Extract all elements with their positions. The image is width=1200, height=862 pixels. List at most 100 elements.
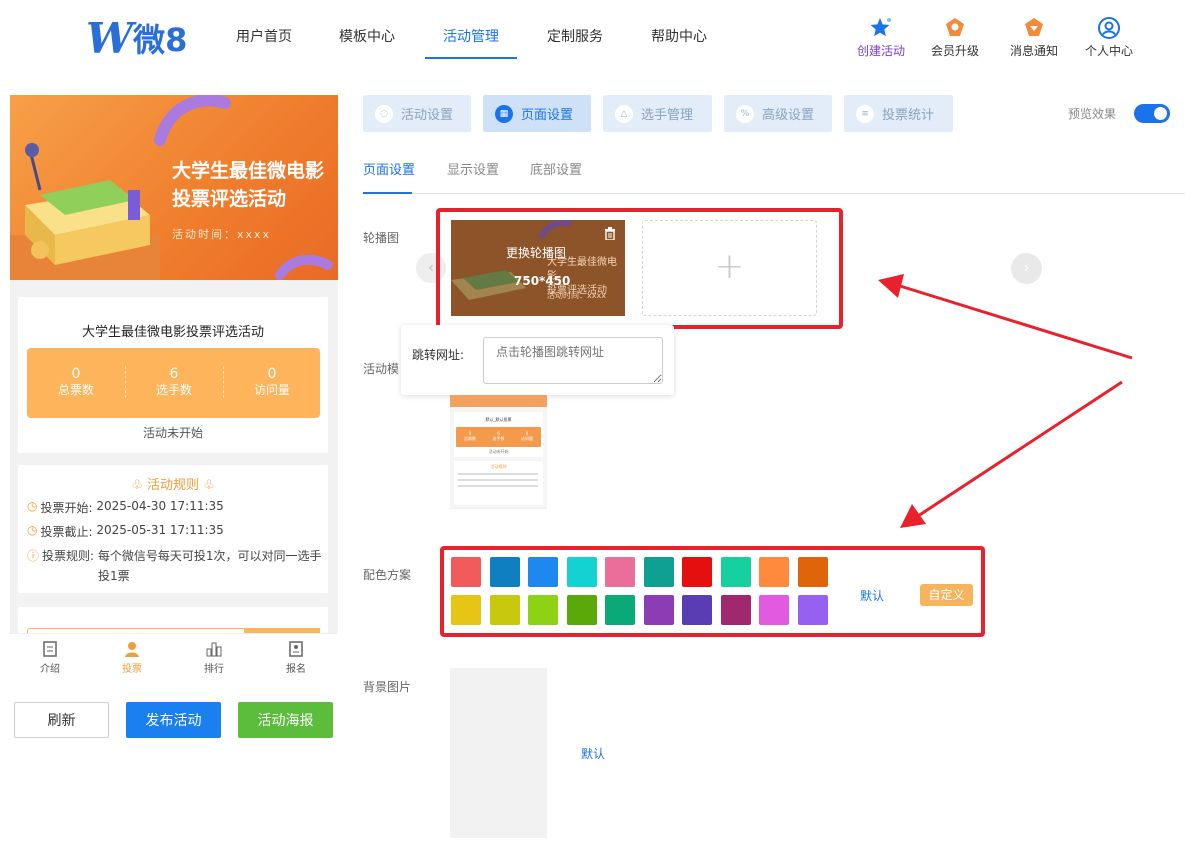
mini-stat: 0 访问量	[521, 431, 533, 441]
rule-vote: ⓘ 投票规则: 每个微信号每天可投1次，可以对同一选手	[27, 549, 322, 563]
rules-deco-icon: ♧	[199, 478, 215, 493]
personal-center-label: 个人中心	[1084, 44, 1133, 58]
message-notification-label: 消息通知	[1009, 44, 1058, 58]
arrowhead-icon	[878, 274, 904, 298]
rule-start: ◷ 投票开始: 2025-04-30 17:11:35	[27, 499, 224, 515]
mini-stat: 0 总票数	[464, 431, 476, 441]
mini-rules: 活动规则	[454, 461, 543, 505]
personal-center-button[interactable]: 个人中心	[1074, 16, 1144, 59]
clock-icon: ◷	[27, 523, 38, 537]
nav-custom-service[interactable]: 定制服务	[547, 26, 603, 46]
activity-title: 大学生最佳微电影投票评选活动	[81, 325, 264, 340]
background-default-button[interactable]: 默认	[581, 745, 605, 762]
nav-user-home[interactable]: 用户首页	[236, 26, 292, 46]
preview-tabbar: 介绍 投票 排行 报名	[10, 633, 338, 678]
tab-signup[interactable]: 报名	[266, 640, 326, 675]
annotation-arrow	[899, 284, 1133, 360]
subtab-bottom-settings[interactable]: 底部设置	[530, 159, 582, 178]
advanced-icon: %	[736, 104, 754, 123]
annotation-arrows	[878, 274, 1133, 528]
create-activity-label: 创建活动	[856, 44, 905, 58]
preview-banner: 大学生最佳微电影 投票评选活动 活动时间：xxxx	[10, 95, 338, 280]
message-notification-button[interactable]: 消息通知	[999, 16, 1069, 59]
annotation-arrow	[917, 380, 1123, 518]
banner-title: 大学生最佳微电影 投票评选活动	[172, 160, 325, 210]
nav-template-center[interactable]: 模板中心	[339, 26, 395, 46]
link-label: 跳转网址:	[412, 348, 465, 362]
tab-vote-statistics[interactable]: ≡ 投票统计	[844, 95, 953, 132]
mini-title: 默认_默认投票	[485, 417, 512, 422]
activity-status: 活动未开始	[142, 426, 203, 440]
page-settings-icon: ▦	[495, 104, 513, 123]
mini-banner	[450, 395, 547, 407]
bell-icon	[1025, 18, 1043, 36]
document-icon	[43, 641, 57, 657]
subtab-divider	[363, 193, 1185, 194]
user-icon	[1098, 17, 1120, 39]
subtab-display-settings[interactable]: 显示设置	[447, 159, 499, 178]
mini-rule-line	[458, 479, 538, 481]
create-activity-button[interactable]: 创建活动	[846, 16, 916, 59]
rules-deco-icon: ♧	[131, 478, 147, 493]
nav-activity-management[interactable]: 活动管理	[443, 26, 499, 46]
highlight-box-colors	[440, 546, 985, 637]
stats-box: 0 总票数 6 选手数 0 访问量	[27, 348, 320, 418]
subtab-active-indicator	[363, 192, 412, 194]
statistics-icon: ≡	[856, 104, 874, 123]
logo-mark: W	[86, 13, 133, 63]
contestant-icon: △	[615, 104, 633, 123]
stat-contestants: 6 选手数	[155, 366, 192, 397]
activity-poster-button[interactable]: 活动海报	[238, 702, 333, 738]
preview-effect-toggle[interactable]	[1134, 104, 1170, 123]
crown-icon	[946, 18, 964, 36]
mini-stat: 6 选手数	[492, 431, 505, 441]
person-icon	[125, 642, 139, 657]
highlight-box-carousel	[436, 208, 843, 329]
link-url-input[interactable]	[483, 337, 663, 384]
banner-time: 活动时间：xxxx	[172, 228, 272, 241]
preview-effect-label: 预览效果	[1068, 107, 1117, 121]
tab-activity-settings[interactable]: ◌ 活动设置	[363, 95, 471, 132]
top-header: W 微8 用户首页 模板中心 活动管理 定制服务 帮助中心 创建活动 会员升级 …	[0, 0, 1200, 80]
activity-settings-icon: ◌	[375, 104, 393, 123]
member-upgrade-label: 会员升级	[930, 44, 979, 58]
background-image-slot[interactable]	[450, 668, 547, 838]
signup-icon	[289, 641, 303, 657]
logo-text: 微8	[133, 21, 188, 59]
subtab-page-settings[interactable]: 页面设置	[363, 159, 415, 178]
member-upgrade-button[interactable]: 会员升级	[920, 16, 990, 59]
nav-help-center[interactable]: 帮助中心	[651, 26, 707, 46]
rules-title: ♧ 活动规则 ♧	[131, 478, 215, 493]
tab-page-settings[interactable]: ▦ 页面设置	[483, 95, 591, 132]
tab-advanced-settings[interactable]: % 高级设置	[724, 95, 832, 132]
color-scheme-label: 配色方案	[363, 568, 412, 582]
link-popup: 跳转网址:	[401, 325, 674, 395]
publish-activity-button[interactable]: 发布活动	[126, 702, 221, 738]
background-image-label: 背景图片	[363, 680, 412, 694]
stat-visits: 0 访问量	[253, 366, 290, 397]
arrowhead-icon	[900, 504, 926, 528]
template-label: 活动模	[363, 362, 400, 376]
nav-active-indicator	[425, 57, 517, 59]
logo[interactable]: W 微8	[86, 13, 188, 63]
stat-total-votes: 0 总票数	[57, 366, 94, 397]
rule-end: ◷ 投票截止: 2025-05-31 17:11:35	[27, 523, 224, 539]
tab-intro[interactable]: 介绍	[20, 640, 80, 675]
mini-status: 活动未开始	[488, 449, 509, 454]
tab-contestant-management[interactable]: △ 选手管理	[603, 95, 712, 132]
mini-rule-line	[458, 485, 538, 487]
mini-stats: 0 总票数 6 选手数 0 访问量	[456, 427, 541, 447]
tab-vote[interactable]: 投票	[102, 640, 162, 675]
mini-rules-title: 活动规则	[490, 464, 507, 469]
rule-vote-continued: 投1票	[98, 569, 130, 583]
carousel-label: 轮播图	[363, 231, 400, 245]
mini-rule-line	[458, 473, 538, 475]
clock-icon: ◷	[27, 499, 38, 513]
info-icon: ⓘ	[27, 549, 40, 563]
tab-ranking[interactable]: 排行	[184, 640, 244, 675]
mini-tabbar	[450, 508, 547, 520]
template-thumbnail[interactable]: 默认_默认投票 0 总票数 6 选手数 0 访问量 活动未开始 活动规则	[450, 395, 547, 520]
ranking-icon	[206, 642, 222, 657]
star-icon	[870, 18, 891, 37]
refresh-button[interactable]: 刷新	[14, 702, 109, 738]
